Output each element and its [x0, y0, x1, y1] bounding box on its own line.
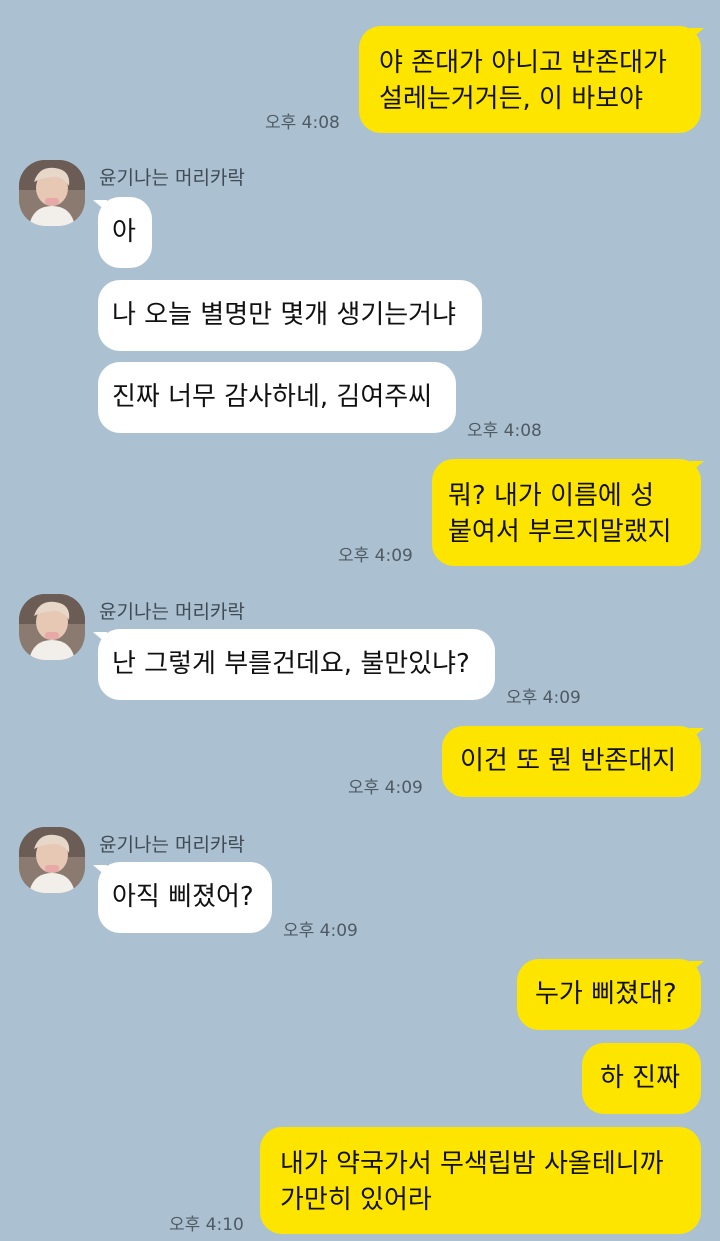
message-text: 이건 또 뭔 반존대지	[460, 746, 677, 776]
message-text: 난 그렇게 부를건데요, 불만있냐?	[112, 649, 470, 679]
my-message-bubble[interactable]: 이건 또 뭔 반존대지	[442, 726, 701, 797]
message-timestamp: 오후 4:08	[265, 113, 340, 133]
my-message-bubble[interactable]: 누가 삐졌대?	[517, 959, 701, 1030]
contact-name: 윤기나는 머리카락	[99, 834, 245, 856]
my-message-bubble[interactable]: 뭐? 내가 이름에 성 붙여서 부르지말랬지	[432, 459, 701, 566]
their-message-bubble[interactable]: 나 오늘 별명만 몇개 생기는거냐	[98, 280, 482, 351]
their-message-bubble[interactable]: 난 그렇게 부를건데요, 불만있냐?	[98, 629, 495, 700]
message-timestamp: 오후 4:09	[506, 688, 581, 708]
message-text: 하 진짜	[600, 1063, 681, 1093]
profile-photo-icon	[19, 827, 85, 893]
message-text: 누가 삐졌대?	[535, 979, 677, 1009]
contact-avatar[interactable]	[19, 594, 85, 660]
contact-avatar[interactable]	[19, 160, 85, 226]
message-text: 붙여서 부르지말랬지	[448, 517, 672, 547]
contact-name: 윤기나는 머리카락	[99, 167, 245, 189]
my-message-bubble[interactable]: 내가 약국가서 무색립밤 사올테니까 가만히 있어라	[260, 1127, 701, 1234]
message-text: 내가 약국가서 무색립밤 사올테니까	[280, 1149, 664, 1179]
message-text: 나 오늘 별명만 몇개 생기는거냐	[112, 300, 457, 330]
their-message-bubble[interactable]: 아	[98, 197, 152, 268]
their-message-bubble[interactable]: 진짜 너무 감사하네, 김여주씨	[98, 362, 456, 433]
my-message-bubble[interactable]: 야 존대가 아니고 반존대가 설레는거거든, 이 바보야	[359, 26, 701, 133]
message-text: 가만히 있어라	[280, 1185, 432, 1215]
message-text: 진짜 너무 감사하네, 김여주씨	[112, 382, 433, 412]
my-message-bubble[interactable]: 하 진짜	[582, 1043, 701, 1114]
message-text: 야 존대가 아니고 반존대가	[379, 48, 667, 78]
message-timestamp: 오후 4:09	[338, 546, 413, 566]
message-timestamp: 오후 4:09	[283, 921, 358, 941]
profile-photo-icon	[19, 594, 85, 660]
message-text: 뭐? 내가 이름에 성	[448, 481, 655, 511]
message-timestamp: 오후 4:10	[169, 1215, 244, 1235]
profile-photo-icon	[19, 160, 85, 226]
message-text: 아직 삐졌어?	[112, 882, 254, 912]
message-timestamp: 오후 4:08	[467, 421, 542, 441]
their-message-bubble[interactable]: 아직 삐졌어?	[98, 862, 272, 933]
contact-name: 윤기나는 머리카락	[99, 601, 245, 623]
message-text: 설레는거거든, 이 바보야	[379, 84, 643, 114]
message-timestamp: 오후 4:09	[348, 778, 423, 798]
message-text: 아	[112, 217, 136, 247]
contact-avatar[interactable]	[19, 827, 85, 893]
